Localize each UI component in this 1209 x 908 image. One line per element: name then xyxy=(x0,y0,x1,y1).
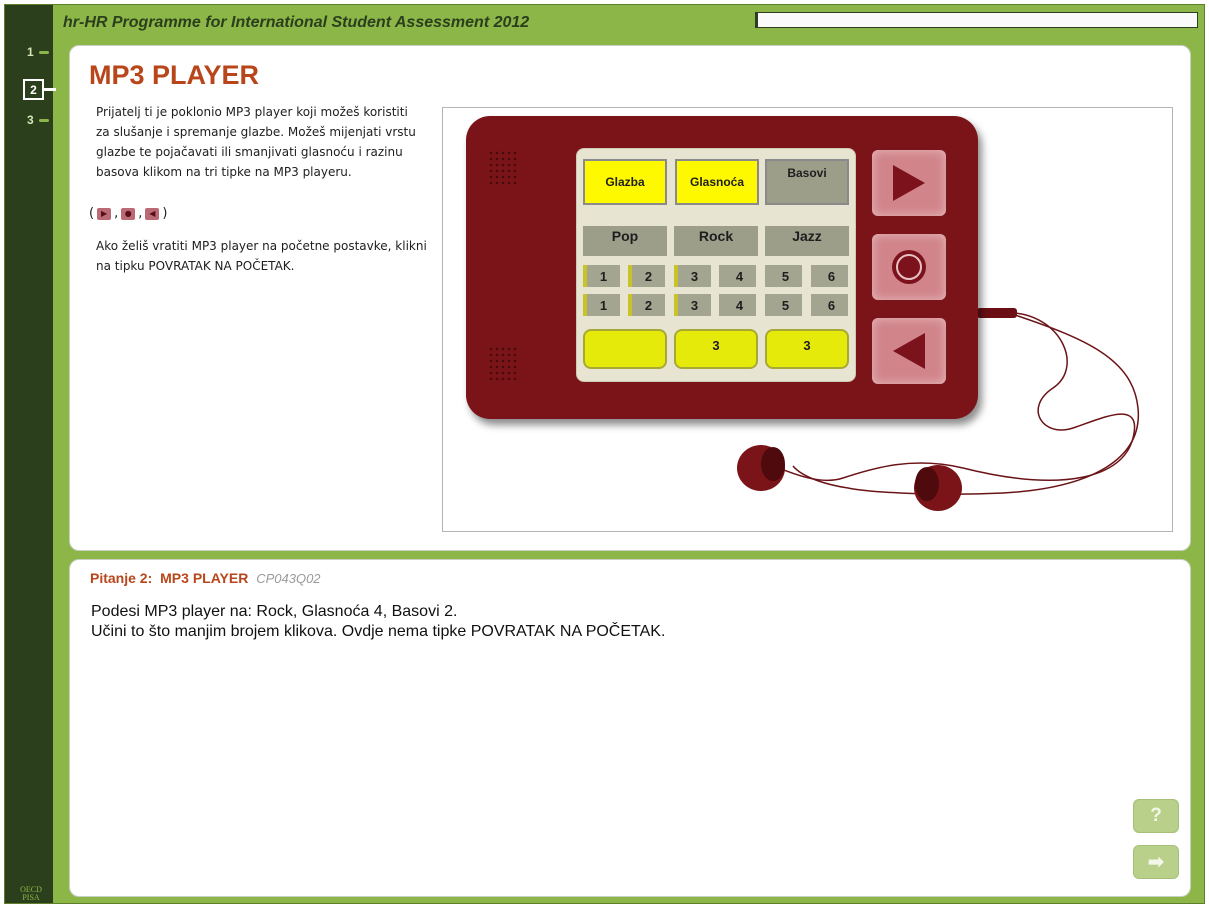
type-rock: Rock xyxy=(674,226,758,256)
volume-level-2: 2 xyxy=(628,265,665,287)
question-line-1: Podesi MP3 player na: Rock, Glasnoća 4, … xyxy=(91,603,458,620)
category-basovi: Basovi xyxy=(765,159,849,205)
question-label: Pitanje 2: xyxy=(90,570,153,586)
paren-close: ) xyxy=(162,206,168,221)
question-code: CP043Q02 xyxy=(256,571,321,586)
mp3-player: Glazba Glasnoća Basovi Pop Rock Jazz 1 2… xyxy=(466,116,978,419)
question-header: Pitanje 2: MP3 PLAYER CP043Q02 xyxy=(90,570,321,586)
circle-icon xyxy=(892,250,926,284)
forward-mini-icon: ▶ xyxy=(97,207,112,220)
bass-level-1: 1 xyxy=(583,294,620,316)
nav-tick xyxy=(39,119,49,122)
triangle-right-icon xyxy=(893,165,925,201)
category-glasnoca: Glasnoća xyxy=(675,159,759,205)
select-button[interactable] xyxy=(872,234,946,300)
button-icons-legend: ( ▶ , ● , ◀ ) xyxy=(89,206,167,221)
value-glasnoca: 3 xyxy=(674,329,758,369)
value-glazba xyxy=(583,329,667,369)
nav-item-label: 3 xyxy=(27,113,34,127)
progress-bar xyxy=(755,12,1198,28)
triangle-left-icon xyxy=(893,333,925,369)
bass-level-5: 5 xyxy=(765,294,802,316)
type-jazz: Jazz xyxy=(765,226,849,256)
speaker-grille xyxy=(488,150,518,184)
back-button[interactable] xyxy=(872,318,946,384)
bass-level-3: 3 xyxy=(674,294,711,316)
question-line-2: Učini to što manjim brojem klikova. Ovdj… xyxy=(91,623,666,640)
volume-level-4: 4 xyxy=(719,265,756,287)
type-pop: Pop xyxy=(583,226,667,256)
question-nav-bar: 1 2 3 OECD PISA xyxy=(5,5,56,903)
separator: , xyxy=(114,206,119,221)
title-bar: hr-HR Programme for International Studen… xyxy=(55,8,1205,38)
next-button[interactable]: ➡ xyxy=(1133,845,1179,879)
nav-current-tick xyxy=(44,88,56,91)
intro-text: Prijatelj ti je poklonio MP3 player koji… xyxy=(96,105,416,179)
paren-open: ( xyxy=(89,206,95,221)
volume-level-5: 5 xyxy=(765,265,802,287)
forward-button[interactable] xyxy=(872,150,946,216)
volume-level-3: 3 xyxy=(674,265,711,287)
question-unit: MP3 PLAYER xyxy=(160,570,249,586)
stimulus-title: MP3 PLAYER xyxy=(89,60,260,90)
question-text: Podesi MP3 player na: Rock, Glasnoća 4, … xyxy=(91,602,665,642)
nav-item-label: 2 xyxy=(30,82,37,97)
separator: , xyxy=(138,206,143,221)
speaker-grille xyxy=(488,346,518,380)
bass-level-6: 6 xyxy=(811,294,848,316)
select-mini-icon: ● xyxy=(121,207,136,220)
bass-level-4: 4 xyxy=(719,294,756,316)
nav-item-2-current[interactable]: 2 xyxy=(23,79,44,100)
back-mini-icon: ◀ xyxy=(145,207,160,220)
stimulus-panel: MP3 PLAYER Prijatelj ti je poklonio MP3 … xyxy=(69,45,1191,551)
nav-tick xyxy=(39,51,49,54)
arrow-right-icon: ➡ xyxy=(1148,851,1164,873)
category-glazba: Glazba xyxy=(583,159,667,205)
question-panel: Pitanje 2: MP3 PLAYER CP043Q02 Podesi MP… xyxy=(69,559,1191,897)
app-title: hr-HR Programme for International Studen… xyxy=(63,14,530,31)
oecd-pisa-logo: OECD PISA xyxy=(20,885,42,902)
reset-instructions: Ako želiš vratiti MP3 player na početne … xyxy=(96,239,427,273)
help-button[interactable]: ? xyxy=(1133,799,1179,833)
value-basovi: 3 xyxy=(765,329,849,369)
player-screen: Glazba Glasnoća Basovi Pop Rock Jazz 1 2… xyxy=(576,148,856,382)
bass-level-2: 2 xyxy=(628,294,665,316)
volume-level-1: 1 xyxy=(583,265,620,287)
question-mark-icon: ? xyxy=(1150,805,1162,826)
simulation-area: Glazba Glasnoća Basovi Pop Rock Jazz 1 2… xyxy=(442,107,1173,532)
volume-level-6: 6 xyxy=(811,265,848,287)
nav-item-label: 1 xyxy=(27,45,34,59)
